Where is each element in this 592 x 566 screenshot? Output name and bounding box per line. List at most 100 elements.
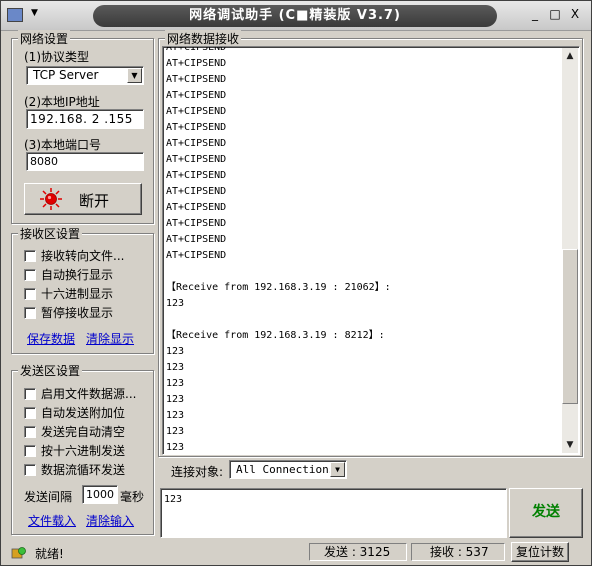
scroll-up-icon[interactable]: ▲ xyxy=(562,48,578,64)
send-settings-group: 发送区设置 启用文件数据源... 自动发送附加位 发送完自动清空 按十六进制发送… xyxy=(11,362,154,535)
send-settings-title: 发送区设置 xyxy=(18,362,83,379)
checkbox-loop-send[interactable]: 数据流循环发送 xyxy=(24,461,125,478)
checkbox[interactable] xyxy=(24,250,36,262)
checkbox-auto-wrap[interactable]: 自动换行显示 xyxy=(24,266,113,283)
checkbox[interactable] xyxy=(24,288,36,300)
checkbox-label: 自动换行显示 xyxy=(41,268,114,282)
checkbox[interactable] xyxy=(24,307,36,319)
close-button[interactable]: X xyxy=(567,7,583,23)
checkbox-file-source[interactable]: 启用文件数据源... xyxy=(24,385,136,402)
interval-label: 发送间隔 xyxy=(24,490,73,504)
chevron-down-icon: ▼ xyxy=(31,8,38,18)
receive-text-area[interactable]: AT+CIPSEND AT+CIPSEND AT+CIPSEND AT+CIPSEND… xyxy=(162,46,580,455)
window-title: 网络调试助手 (C■精装版 V3.7) xyxy=(93,5,497,27)
checkbox[interactable] xyxy=(24,464,36,476)
receive-line: AT+CIPSEND xyxy=(166,58,227,69)
receive-line: AT+CIPSEND xyxy=(166,186,227,197)
receive-line: 123 xyxy=(166,394,185,405)
checkbox-hex-display[interactable]: 十六进制显示 xyxy=(24,285,113,302)
checkbox-auto-clear[interactable]: 发送完自动清空 xyxy=(24,423,125,440)
receive-line: 123 xyxy=(166,442,185,453)
status-icon xyxy=(11,547,26,559)
ip-label: (2)本地IP地址 xyxy=(24,95,100,109)
maximize-button[interactable]: □ xyxy=(547,7,563,23)
title-bar: ▼ 网络调试助手 (C■精装版 V3.7) _ □ X xyxy=(1,1,591,31)
receive-line: 123 xyxy=(166,410,185,421)
receive-line: 123 xyxy=(166,346,185,357)
send-button[interactable]: 发送 xyxy=(509,488,583,538)
receive-line: AT+CIPSEND xyxy=(166,202,227,213)
red-light-icon xyxy=(40,188,62,210)
interval-field[interactable]: 1000 xyxy=(82,485,118,504)
received-counter: 接收 : 537 xyxy=(411,543,505,561)
protocol-select[interactable]: TCP Server ▼ xyxy=(26,66,144,85)
receive-line: 【Receive from 192.168.3.19 : 21062】: xyxy=(166,282,391,293)
interval-unit: 毫秒 xyxy=(120,490,145,504)
checkbox-label: 启用文件数据源... xyxy=(41,387,137,401)
checkbox-label: 发送完自动清空 xyxy=(41,425,126,439)
scroll-down-icon[interactable]: ▼ xyxy=(562,437,578,453)
checkbox-label: 按十六进制发送 xyxy=(41,444,126,458)
connection-value: All Connections xyxy=(236,463,336,476)
receive-line: AT+CIPSEND xyxy=(166,90,227,101)
sent-counter: 发送 : 3125 xyxy=(309,543,407,561)
chevron-down-icon[interactable]: ▼ xyxy=(330,462,345,477)
scroll-thumb[interactable] xyxy=(562,249,578,405)
checkbox-redirect-to-file[interactable]: 接收转向文件... xyxy=(24,247,124,264)
disconnect-button[interactable]: 断开 xyxy=(24,183,142,215)
receive-line: 123 xyxy=(166,378,185,389)
system-menu[interactable]: ▼ xyxy=(7,7,43,25)
status-bar: 就绪! 发送 : 3125 接收 : 537 复位计数 xyxy=(1,541,591,565)
app-icon xyxy=(7,8,23,22)
protocol-value: TCP Server xyxy=(33,68,99,82)
checkbox-label: 暂停接收显示 xyxy=(41,306,114,320)
chevron-down-icon[interactable]: ▼ xyxy=(127,68,142,83)
vertical-scrollbar[interactable]: ▲ ▼ xyxy=(562,48,578,453)
port-label: (3)本地端口号 xyxy=(24,138,101,152)
status-text: 就绪! xyxy=(35,547,64,561)
receive-line: AT+CIPSEND xyxy=(166,122,227,133)
receive-area-title: 网络数据接收 xyxy=(165,30,242,47)
receive-line: AT+CIPSEND xyxy=(166,106,227,117)
disconnect-label: 断开 xyxy=(79,192,110,210)
send-text-area[interactable]: 123 xyxy=(160,488,507,538)
app-window: ▼ 网络调试助手 (C■精装版 V3.7) _ □ X 网络设置 (1)协议类型… xyxy=(0,0,592,566)
receive-line: 123 xyxy=(166,426,185,437)
protocol-label: (1)协议类型 xyxy=(24,50,89,64)
receive-line: AT+CIPSEND xyxy=(166,218,227,229)
checkbox-auto-append[interactable]: 自动发送附加位 xyxy=(24,404,125,421)
receive-line: 【Receive from 192.168.3.19 : 8212】: xyxy=(166,330,385,341)
checkbox-label: 接收转向文件... xyxy=(41,249,125,263)
receive-line: 123 xyxy=(166,362,185,373)
checkbox[interactable] xyxy=(24,445,36,457)
checkbox-label: 十六进制显示 xyxy=(41,287,114,301)
minimize-button[interactable]: _ xyxy=(527,7,543,23)
checkbox[interactable] xyxy=(24,388,36,400)
checkbox-hex-send[interactable]: 按十六进制发送 xyxy=(24,442,125,459)
reset-count-button[interactable]: 复位计数 xyxy=(511,542,569,562)
save-data-link[interactable]: 保存数据 xyxy=(27,330,75,347)
receive-line: AT+CIPSEND xyxy=(166,234,227,245)
clear-display-link[interactable]: 清除显示 xyxy=(86,330,134,347)
connection-select[interactable]: All Connections ▼ xyxy=(229,460,347,479)
receive-line xyxy=(166,264,391,280)
receive-line: AT+CIPSEND xyxy=(166,154,227,165)
connection-label: 连接对象: xyxy=(171,465,224,479)
network-settings-title: 网络设置 xyxy=(18,30,71,47)
ip-field[interactable]: 192.168. 2 .155 xyxy=(26,109,144,129)
checkbox-label: 自动发送附加位 xyxy=(41,406,126,420)
checkbox[interactable] xyxy=(24,407,36,419)
port-field[interactable]: 8080 xyxy=(26,152,144,171)
received-counter-text: 接收 : 537 xyxy=(430,545,489,559)
receive-line: AT+CIPSEND xyxy=(166,138,227,149)
receive-settings-group: 接收区设置 接收转向文件... 自动换行显示 十六进制显示 暂停接收显示 保存数… xyxy=(11,225,154,354)
receive-settings-title: 接收区设置 xyxy=(18,225,83,242)
checkbox[interactable] xyxy=(24,269,36,281)
load-file-link[interactable]: 文件载入 xyxy=(28,512,76,529)
receive-line xyxy=(166,312,391,328)
checkbox[interactable] xyxy=(24,426,36,438)
sent-counter-text: 发送 : 3125 xyxy=(324,545,391,559)
receive-lines: AT+CIPSEND AT+CIPSEND AT+CIPSEND AT+CIPSEND… xyxy=(166,47,391,454)
clear-input-link[interactable]: 清除输入 xyxy=(86,512,134,529)
checkbox-pause-display[interactable]: 暂停接收显示 xyxy=(24,304,113,321)
